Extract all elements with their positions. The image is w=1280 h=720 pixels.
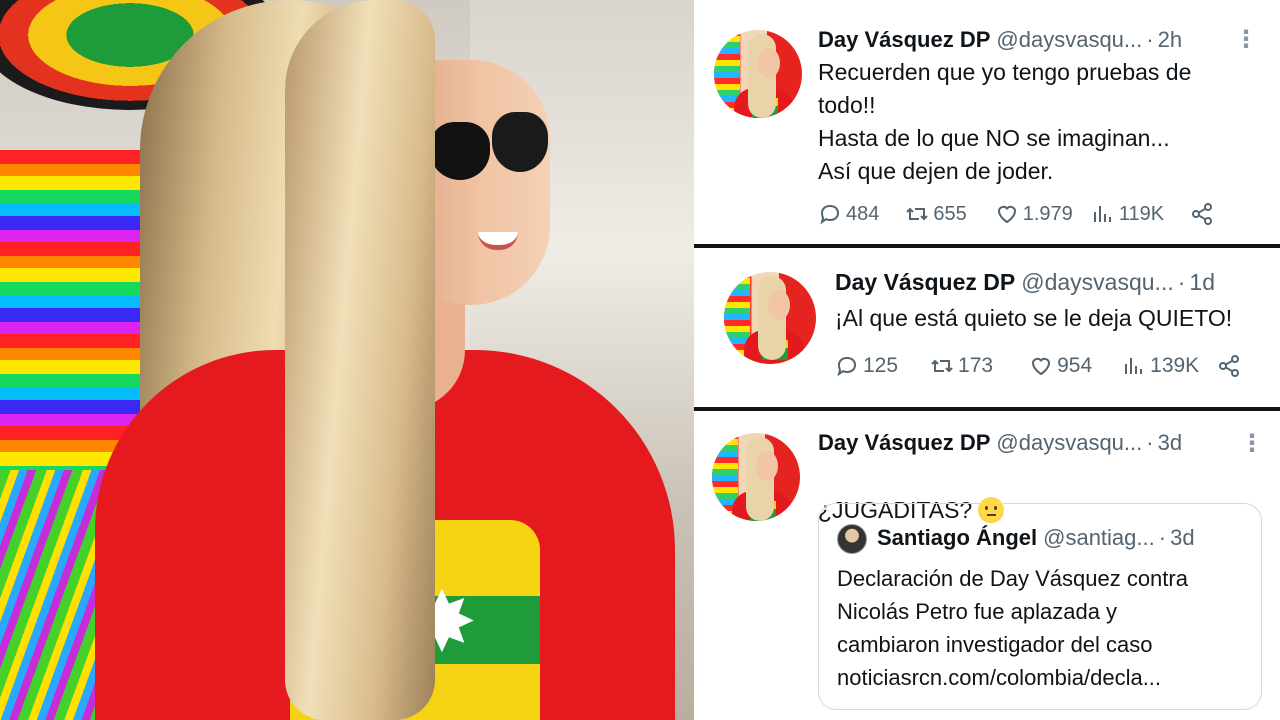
- author-handle[interactable]: @daysvasqu...: [996, 27, 1142, 52]
- author-name[interactable]: Day Vásquez DP: [818, 430, 990, 455]
- more-options-icon[interactable]: ⋮: [1240, 432, 1264, 456]
- timestamp[interactable]: 1d: [1189, 269, 1215, 295]
- views-button[interactable]: 119K: [1091, 202, 1164, 226]
- share-button[interactable]: [1217, 354, 1245, 378]
- author-handle[interactable]: @daysvasqu...: [1021, 269, 1173, 295]
- retweet-count: 655: [933, 202, 967, 225]
- retweet-button[interactable]: 173: [930, 354, 993, 378]
- thinking-face-emoji: [978, 497, 1005, 523]
- retweet-icon: [931, 359, 953, 373]
- tweet-text: Recuerden que yo tengo pruebas de todo!!…: [818, 59, 1192, 184]
- separator: ·: [1146, 27, 1154, 52]
- heart-icon: [1032, 357, 1051, 376]
- views-button[interactable]: 139K: [1122, 354, 1199, 378]
- separator: ·: [1177, 269, 1186, 295]
- tweets-panel: Day Vásquez DP @daysvasqu... · 2h ⋮ Recuerd…: [694, 0, 1280, 720]
- share-icon: [1219, 355, 1240, 377]
- avatar[interactable]: [712, 433, 800, 521]
- like-count: 1.979: [1022, 202, 1073, 225]
- tweet-text: ¡Al que está quieto se le deja QUIETO!: [835, 305, 1233, 331]
- views-count: 119K: [1118, 202, 1165, 225]
- timestamp[interactable]: 2h: [1158, 27, 1182, 52]
- avatar[interactable]: [714, 30, 802, 118]
- reply-button[interactable]: 484: [818, 202, 879, 226]
- photo: ✸: [0, 0, 694, 720]
- author-handle[interactable]: @daysvasqu...: [996, 430, 1142, 455]
- retweet-icon: [906, 207, 929, 221]
- like-button[interactable]: 954: [1029, 354, 1092, 378]
- hair-front: [285, 0, 435, 720]
- avatar[interactable]: [724, 272, 816, 364]
- more-options-icon[interactable]: ⋮: [1234, 28, 1258, 52]
- retweet-button[interactable]: 655: [905, 202, 967, 226]
- quoted-author-name[interactable]: Santiago Ángel: [877, 525, 1037, 550]
- quoted-author-handle[interactable]: @santiag...: [1043, 525, 1155, 550]
- views-icon: [1093, 206, 1111, 222]
- reply-button[interactable]: 125: [835, 354, 898, 378]
- heart-icon: [997, 205, 1016, 224]
- like-count: 954: [1057, 354, 1093, 377]
- author-name[interactable]: Day Vásquez DP: [818, 27, 990, 52]
- separator: ·: [1158, 525, 1167, 550]
- tweet-1[interactable]: Day Vásquez DP @daysvasqu... · 2h ⋮ Recuerd…: [694, 0, 1280, 244]
- share-button[interactable]: [1190, 202, 1218, 226]
- reply-count: 484: [846, 202, 880, 225]
- tweet-text: ¿JUGADITAS?: [818, 497, 973, 523]
- reply-icon: [837, 356, 857, 377]
- retweet-count: 173: [958, 354, 994, 377]
- reply-icon: [820, 204, 840, 225]
- timestamp[interactable]: 3d: [1158, 430, 1182, 455]
- views-count: 139K: [1150, 354, 1200, 377]
- views-icon: [1125, 358, 1143, 374]
- author-name[interactable]: Day Vásquez DP: [835, 269, 1015, 295]
- quoted-timestamp[interactable]: 3d: [1170, 525, 1194, 550]
- quoted-tweet-text: Declaración de Day Vásquez contra Nicolá…: [837, 566, 1188, 690]
- divider: [694, 407, 1280, 411]
- reply-count: 125: [863, 354, 899, 377]
- sunglasses: [430, 112, 550, 182]
- quoted-tweet[interactable]: Santiago Ángel @santiag... · 3d Declaración…: [818, 503, 1262, 710]
- share-icon: [1192, 203, 1213, 225]
- tweet-2[interactable]: Day Vásquez DP @daysvasqu... · 1d ¡Al que e…: [694, 248, 1280, 406]
- like-button[interactable]: 1.979: [995, 202, 1073, 226]
- quoted-author-avatar[interactable]: [837, 524, 867, 554]
- separator: ·: [1146, 430, 1154, 455]
